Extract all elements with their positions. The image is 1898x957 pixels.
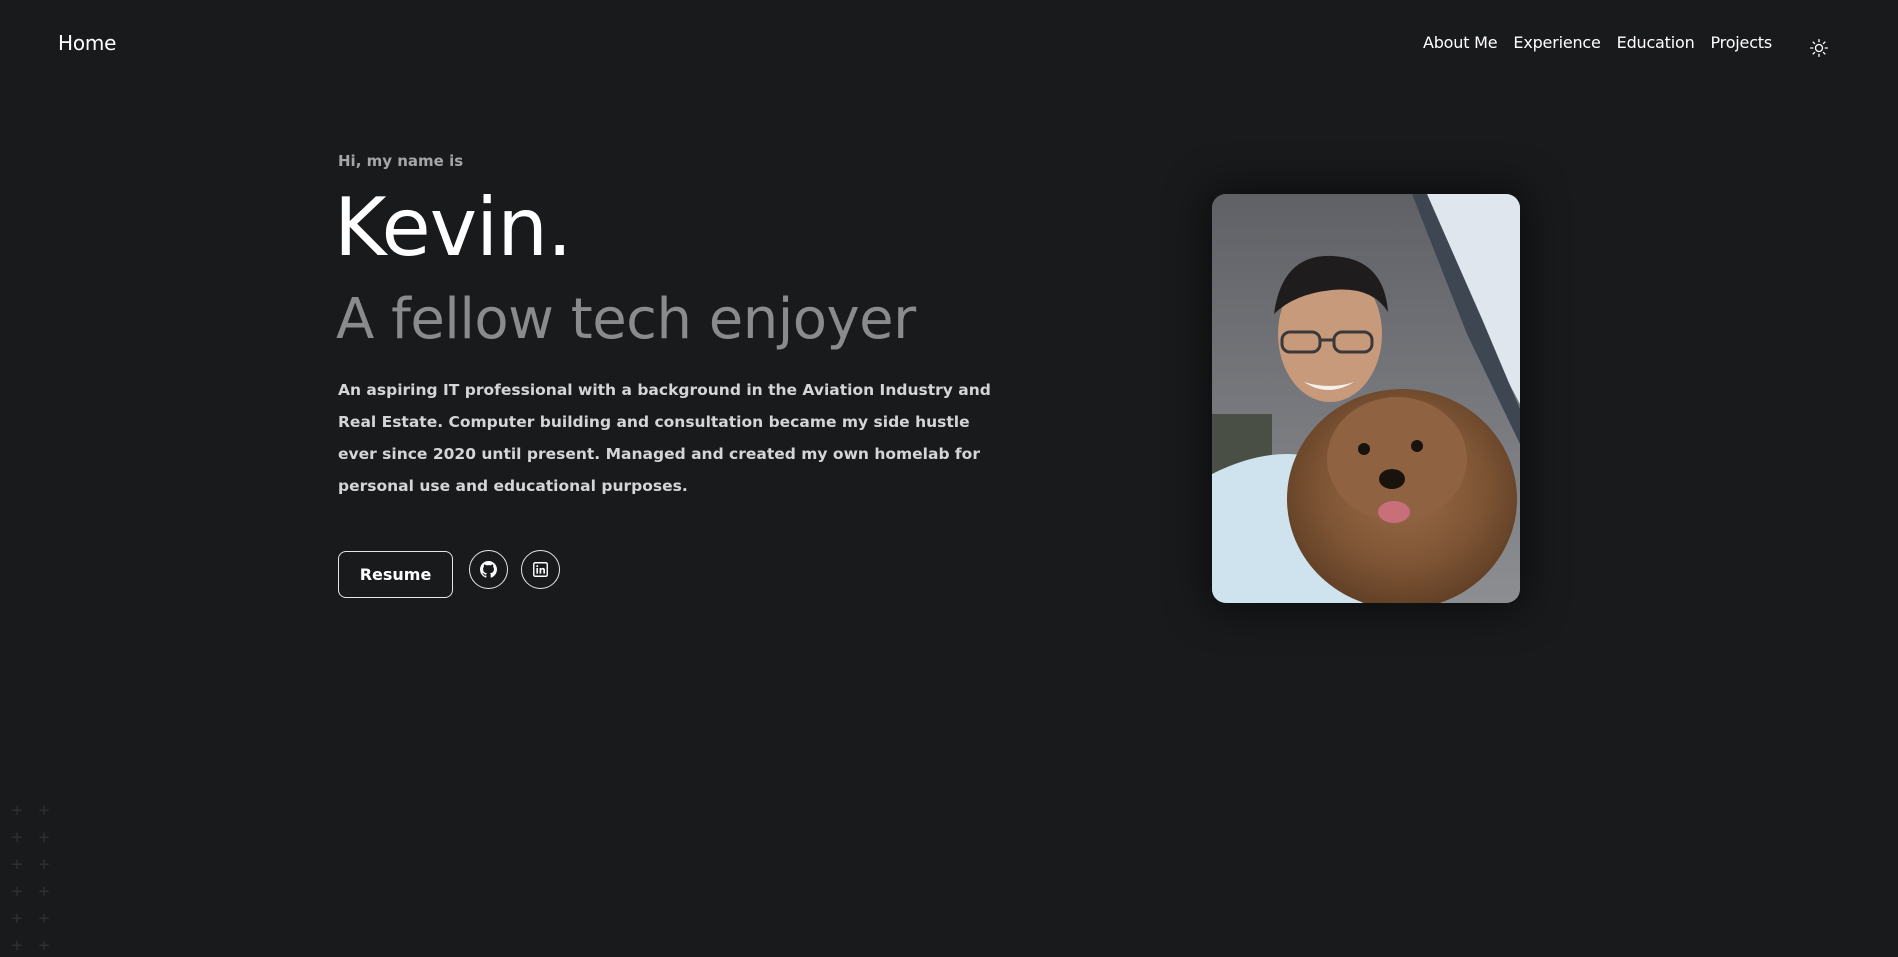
linkedin-link[interactable]	[521, 550, 560, 589]
hero-name: Kevin.	[334, 181, 572, 274]
theme-toggle-button[interactable]	[1808, 37, 1830, 59]
decorative-plus-grid: + + + + + + + + + + + +	[8, 802, 53, 955]
nav-item-experience[interactable]: Experience	[1513, 33, 1600, 52]
nav-item-projects[interactable]: Projects	[1711, 33, 1773, 52]
plus-icon: +	[38, 800, 50, 821]
plus-icon: +	[11, 881, 23, 902]
plus-icon: +	[11, 935, 23, 956]
main-nav: About Me Experience Education Projects	[1423, 33, 1772, 52]
resume-button[interactable]: Resume	[338, 551, 453, 598]
profile-photo-illustration	[1212, 194, 1520, 603]
intro-text: Hi, my name is	[338, 152, 464, 170]
plus-icon: +	[11, 854, 23, 875]
linkedin-icon	[533, 562, 548, 577]
home-link[interactable]: Home	[58, 31, 116, 55]
plus-icon: +	[38, 827, 50, 848]
page: Home About Me Experience Education Proje…	[0, 0, 1898, 957]
plus-icon: +	[11, 827, 23, 848]
github-icon	[480, 561, 497, 578]
hero-tagline: A fellow tech enjoyer	[336, 287, 916, 352]
plus-icon: +	[11, 800, 23, 821]
plus-icon: +	[11, 908, 23, 929]
sun-icon	[1810, 39, 1828, 57]
github-link[interactable]	[469, 550, 508, 589]
hero-bio: An aspiring IT professional with a backg…	[338, 381, 991, 495]
plus-icon: +	[38, 908, 50, 929]
profile-photo	[1212, 194, 1520, 603]
plus-icon: +	[38, 881, 50, 902]
plus-icon: +	[38, 935, 50, 956]
nav-item-about-me[interactable]: About Me	[1423, 33, 1498, 52]
nav-item-education[interactable]: Education	[1617, 33, 1695, 52]
plus-icon: +	[38, 854, 50, 875]
